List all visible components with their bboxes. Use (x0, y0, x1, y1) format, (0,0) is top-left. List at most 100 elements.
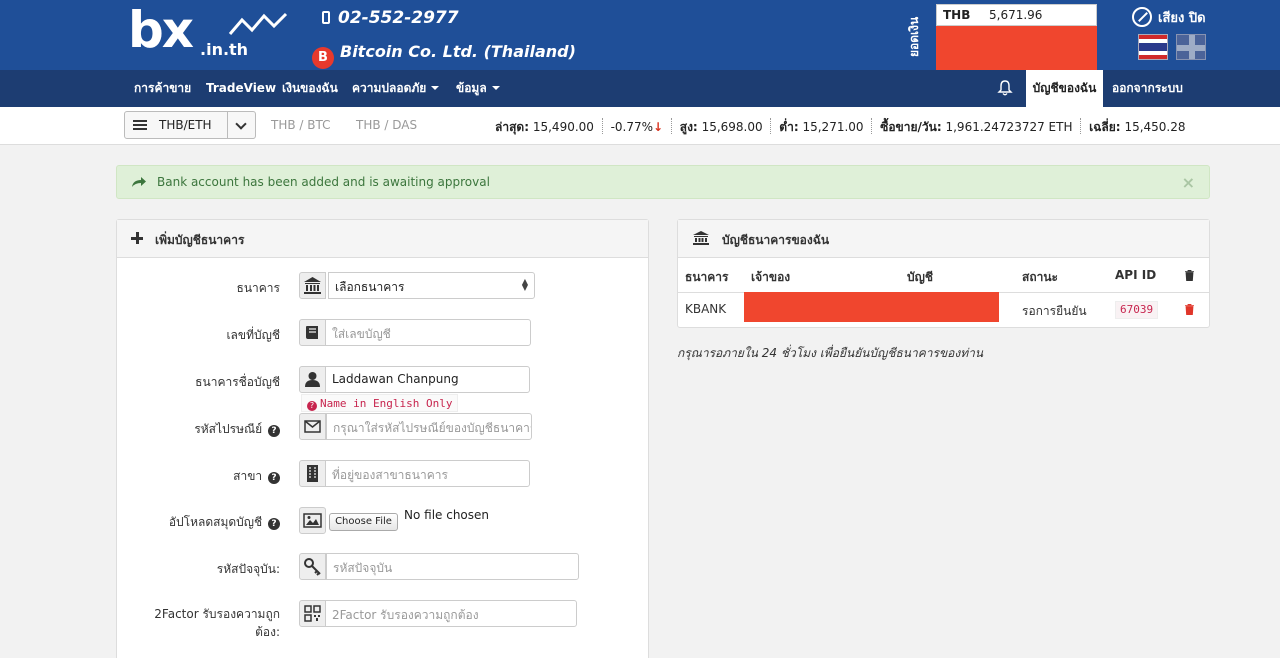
bank-label: ธนาคาร (236, 281, 280, 295)
delete-row-icon[interactable] (1185, 304, 1194, 315)
book-icon (306, 326, 318, 339)
panel-header: บัญชีธนาคารของฉัน (678, 220, 1209, 258)
help-icon[interactable]: ? (268, 518, 280, 530)
key-icon-addon (299, 553, 326, 580)
chevron-down-icon (431, 86, 440, 90)
menu-icon (133, 120, 147, 130)
user-icon-addon (299, 366, 326, 393)
nav-security[interactable]: ความปลอดภัย (352, 70, 440, 107)
ticker-stats: ล่าสุด: 15,490.00 -0.77%↓ สูง: 15,698.00… (495, 118, 1186, 134)
password-input[interactable]: รหัสปัจจุบัน (326, 553, 579, 580)
col-owner: เจ้าของ (751, 270, 791, 284)
user-icon (305, 372, 320, 387)
col-api-id: API ID (1115, 268, 1157, 282)
image-icon (303, 513, 322, 528)
nav-info[interactable]: ข้อมูล (456, 70, 500, 107)
pair-thb-das[interactable]: THB / DAS (356, 118, 417, 132)
building-icon-addon (299, 460, 326, 487)
approval-note: กรุณารอภายใน 24 ชั่วโมง เพื่อยืนยันบัญชี… (677, 346, 984, 360)
col-account: บัญชี (907, 270, 933, 284)
row-bank: KBANK (685, 302, 727, 316)
alert-message: Bank account has been added and is await… (157, 175, 490, 189)
postcode-label: รหัสไปรษณีย์ ? (160, 420, 280, 439)
password-label: รหัสปัจจุบัน: (216, 562, 280, 576)
chevron-down-icon (491, 86, 500, 90)
row-status: รอการยืนยัน (1022, 304, 1087, 318)
building-icon (307, 465, 318, 482)
postcode-input[interactable]: กรุณาใส่รหัสไปรษณีย์ของบัญชีธนาคาร (326, 413, 532, 440)
top-header: bx .in.th 02-552-2977 B Bitcoin Co. Ltd. … (0, 0, 1280, 70)
nav-my-money[interactable]: เงินของฉัน (282, 70, 338, 107)
question-icon: ? (307, 401, 317, 411)
account-number-input[interactable]: ใส่เลขบัญชี (325, 319, 531, 346)
share-arrow-icon (132, 177, 146, 187)
image-icon-addon (299, 507, 326, 534)
ticker-high: 15,698.00 (701, 120, 763, 134)
ticker-avg: 15,450.28 (1124, 120, 1186, 134)
chevron-down-icon[interactable] (235, 118, 247, 130)
nav-trading[interactable]: การค้าขาย (134, 70, 191, 107)
plus-icon (131, 232, 143, 244)
help-icon[interactable]: ? (268, 425, 280, 437)
bitcoin-icon: B (312, 47, 334, 69)
trash-icon[interactable] (1185, 270, 1194, 281)
pair-thb-btc[interactable]: THB / BTC (271, 118, 331, 132)
thai-flag-icon[interactable] (1138, 34, 1168, 60)
chart-spark-icon (228, 12, 288, 35)
select-arrows-icon: ▲ ▼ (521, 277, 528, 292)
twofactor-label: 2Factor รับรองความถูกต้อง: (154, 607, 280, 639)
nav-logout[interactable]: ออกจากระบบ (1112, 70, 1183, 107)
row-api-id: 67039 (1115, 301, 1159, 319)
pair-selected: THB/ETH (159, 118, 212, 132)
panel-header: เพิ่มบัญชีธนาคาร (117, 220, 648, 258)
logo-domain: .in.th (200, 40, 249, 59)
bank-icon (693, 231, 709, 245)
choose-file-button[interactable]: Choose File (329, 513, 398, 531)
bx-logo[interactable]: bx (128, 2, 194, 58)
key-icon (304, 558, 321, 576)
qrcode-icon-addon (299, 600, 326, 627)
account-name-label: ธนาคารชื่อบัญชี (195, 375, 280, 389)
envelope-icon-addon (299, 413, 326, 440)
account-number-label: เลขที่บัญชี (226, 328, 280, 342)
ticker-low: 15,271.00 (802, 120, 864, 134)
redacted-account-info (744, 292, 999, 322)
branch-input[interactable]: ที่อยู่ของสาขาธนาคาร (325, 460, 530, 487)
sound-off-icon (1132, 7, 1152, 27)
bank-icon-addon (299, 272, 326, 299)
nav-tradeview[interactable]: TradeView (206, 70, 276, 107)
bookbank-upload-label: อัปโหลดสมุดบัญชี ? (150, 513, 280, 532)
file-status: No file chosen (404, 508, 490, 522)
envelope-icon (304, 420, 321, 433)
book-icon-addon (299, 319, 326, 346)
phone-number: 02-552-2977 (322, 8, 459, 28)
bell-icon[interactable] (997, 80, 1013, 96)
panel-title: บัญชีธนาคารของฉัน (722, 233, 830, 247)
name-error-hint: ? Name in English Only (301, 394, 459, 412)
branch-label: สาขา ? (180, 467, 280, 486)
phone-icon (322, 11, 330, 24)
redacted-balance-block (936, 26, 1097, 70)
nav-my-account[interactable]: บัญชีของฉัน (1026, 70, 1103, 107)
col-status: สถานะ (1022, 270, 1058, 284)
uk-flag-icon[interactable] (1176, 34, 1206, 60)
bank-select[interactable]: เลือกธนาคาร ▲ ▼ (328, 272, 535, 299)
twofactor-input[interactable]: 2Factor รับรองความถูกต้อง (325, 600, 577, 627)
account-name-input[interactable]: Laddawan Chanpung (325, 366, 530, 393)
sound-toggle[interactable]: เสียง ปิด (1132, 7, 1206, 28)
balance-label: ยอดเงิน (907, 16, 921, 58)
arrow-down-icon: ↓ (653, 120, 664, 134)
close-icon[interactable]: × (1182, 173, 1195, 192)
balance-amount: 5,671.96 (989, 8, 1043, 22)
ticker-volume: 1,961.24723727 ETH (945, 120, 1073, 134)
pair-selector[interactable]: THB/ETH (124, 111, 256, 139)
success-alert: Bank account has been added and is await… (116, 165, 1210, 199)
company-name: B Bitcoin Co. Ltd. (Thailand) (312, 42, 576, 69)
col-bank: ธนาคาร (685, 270, 729, 284)
panel-title: เพิ่มบัญชีธนาคาร (155, 233, 245, 247)
balance-box: THB 5,671.96 (936, 4, 1097, 26)
help-icon[interactable]: ? (268, 472, 280, 484)
ticker-last: 15,490.00 (532, 120, 594, 134)
bank-icon (304, 277, 321, 294)
qrcode-icon (304, 605, 321, 622)
